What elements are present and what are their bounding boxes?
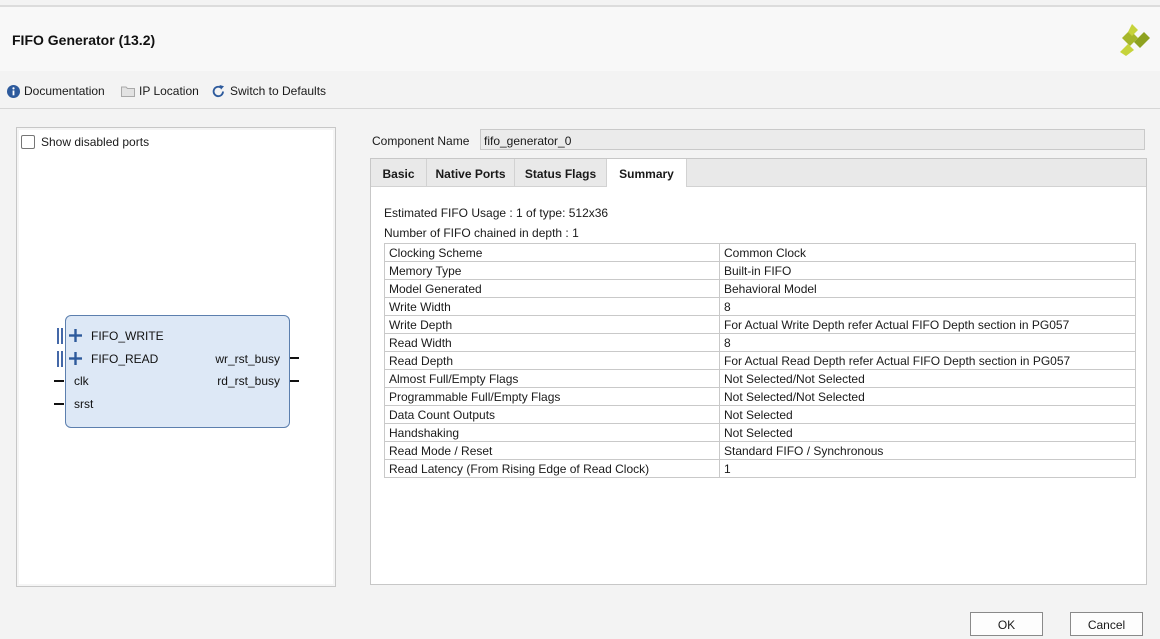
table-row: Almost Full/Empty Flags Not Selected/Not …	[384, 369, 1136, 388]
table-row: Model Generated Behavioral Model	[384, 279, 1136, 298]
table-row: Read Width 8	[384, 333, 1136, 352]
summary-key-cell: Handshaking	[384, 423, 720, 442]
table-row: Programmable Full/Empty Flags Not Selecte…	[384, 387, 1136, 406]
ip-location-button[interactable]: IP Location	[121, 82, 199, 100]
summary-value-cell: Behavioral Model	[719, 279, 1136, 298]
folder-icon	[121, 86, 135, 97]
summary-table: Clocking Scheme Common Clock Memory Type Bu…	[384, 243, 1136, 478]
port-rd-rst-busy: rd_rst_busy	[217, 374, 280, 388]
summary-key-cell: Model Generated	[384, 279, 720, 298]
component-name-field[interactable]: fifo_generator_0	[480, 129, 1145, 150]
port-srst: srst	[74, 397, 94, 411]
summary-key-cell: Write Depth	[384, 315, 720, 334]
ip-location-label: IP Location	[139, 84, 199, 98]
checkbox-box[interactable]	[21, 135, 35, 149]
table-row: Read Mode / Reset Standard FIFO / Synchro…	[384, 441, 1136, 460]
summary-value-cell: Built-in FIFO	[719, 261, 1136, 280]
switch-to-defaults-label: Switch to Defaults	[230, 84, 327, 98]
summary-value-cell: 8	[719, 333, 1136, 352]
tab-native-ports[interactable]: Native Ports	[427, 159, 515, 186]
expand-plus-icon[interactable]	[69, 329, 82, 342]
summary-key-cell: Read Mode / Reset	[384, 441, 720, 460]
summary-value-cell: Not Selected/Not Selected	[719, 369, 1136, 388]
table-row: Read Depth For Actual Read Depth refer Ac…	[384, 351, 1136, 370]
summary-value-cell: 8	[719, 297, 1136, 316]
table-row: Write Depth For Actual Write Depth refer …	[384, 315, 1136, 334]
port-pin	[54, 403, 64, 405]
port-pin	[289, 357, 299, 359]
fifo-chained-text: Number of FIFO chained in depth : 1	[384, 226, 579, 240]
summary-key-cell: Read Width	[384, 333, 720, 352]
toolbar-divider	[0, 108, 1160, 109]
documentation-button[interactable]: Documentation	[7, 82, 105, 100]
summary-key-cell: Data Count Outputs	[384, 405, 720, 424]
tab-strip: Basic Native Ports Status Flags Summary	[371, 159, 1146, 187]
configuration-area: Component Name fifo_generator_0 Basic Na…	[370, 127, 1148, 585]
summary-key-cell: Almost Full/Empty Flags	[384, 369, 720, 388]
switch-to-defaults-button[interactable]: Switch to Defaults	[211, 82, 326, 100]
title-bar	[0, 7, 1160, 71]
table-row: Data Count Outputs Not Selected	[384, 405, 1136, 424]
ip-symbol-panel: Show disabled ports FIFO_WRITE FIFO_READ…	[16, 127, 336, 587]
page-title: FIFO Generator (13.2)	[12, 32, 156, 48]
port-wr-rst-busy: wr_rst_busy	[215, 352, 280, 366]
component-name-label: Component Name	[372, 134, 470, 148]
port-clk: clk	[74, 374, 89, 388]
summary-key-cell: Read Latency (From Rising Edge of Read C…	[384, 459, 720, 478]
port-fifo-read: FIFO_READ	[91, 352, 159, 366]
summary-value-cell: Not Selected/Not Selected	[719, 387, 1136, 406]
tab-summary[interactable]: Summary	[607, 159, 687, 187]
summary-value-cell: For Actual Read Depth refer Actual FIFO …	[719, 351, 1136, 370]
summary-key-cell: Read Depth	[384, 351, 720, 370]
summary-key-cell: Write Width	[384, 297, 720, 316]
expand-plus-icon[interactable]	[69, 352, 82, 365]
ok-button[interactable]: OK	[970, 612, 1043, 636]
table-row: Handshaking Not Selected	[384, 423, 1136, 442]
summary-key-cell: Clocking Scheme	[384, 243, 720, 262]
info-icon	[7, 84, 20, 98]
summary-value-cell: Not Selected	[719, 405, 1136, 424]
tab-status-flags[interactable]: Status Flags	[515, 159, 607, 186]
summary-value-cell: Not Selected	[719, 423, 1136, 442]
toolbar: Documentation IP Location Switch to Defa…	[0, 78, 1160, 104]
tab-basic[interactable]: Basic	[371, 159, 427, 186]
port-pin	[289, 380, 299, 382]
tabs-panel: Basic Native Ports Status Flags Summary …	[370, 158, 1147, 585]
show-disabled-ports-checkbox[interactable]: Show disabled ports	[21, 135, 149, 149]
port-fifo-write: FIFO_WRITE	[91, 329, 164, 343]
summary-key-cell: Memory Type	[384, 261, 720, 280]
summary-key-cell: Programmable Full/Empty Flags	[384, 387, 720, 406]
bus-marker	[57, 351, 59, 367]
show-disabled-ports-label: Show disabled ports	[41, 135, 150, 149]
fifo-generator-block[interactable]: FIFO_WRITE FIFO_READ clk srst wr_rst_bus…	[65, 315, 290, 428]
table-row: Clocking Scheme Common Clock	[384, 243, 1136, 262]
table-row: Memory Type Built-in FIFO	[384, 261, 1136, 280]
estimated-usage-text: Estimated FIFO Usage : 1 of type: 512x36	[384, 206, 609, 220]
cancel-button[interactable]: Cancel	[1070, 612, 1143, 636]
xilinx-logo-icon	[1120, 24, 1150, 56]
documentation-label: Documentation	[24, 84, 105, 98]
bus-marker	[57, 328, 59, 344]
port-pin	[54, 380, 64, 382]
refresh-icon	[212, 84, 224, 97]
table-row: Read Latency (From Rising Edge of Read C…	[384, 459, 1136, 478]
summary-value-cell: For Actual Write Depth refer Actual FIFO…	[719, 315, 1136, 334]
summary-value-cell: Standard FIFO / Synchronous	[719, 441, 1136, 460]
table-row: Write Width 8	[384, 297, 1136, 316]
summary-value-cell: 1	[719, 459, 1136, 478]
bus-marker	[61, 328, 63, 344]
summary-value-cell: Common Clock	[719, 243, 1136, 262]
bus-marker	[61, 351, 63, 367]
